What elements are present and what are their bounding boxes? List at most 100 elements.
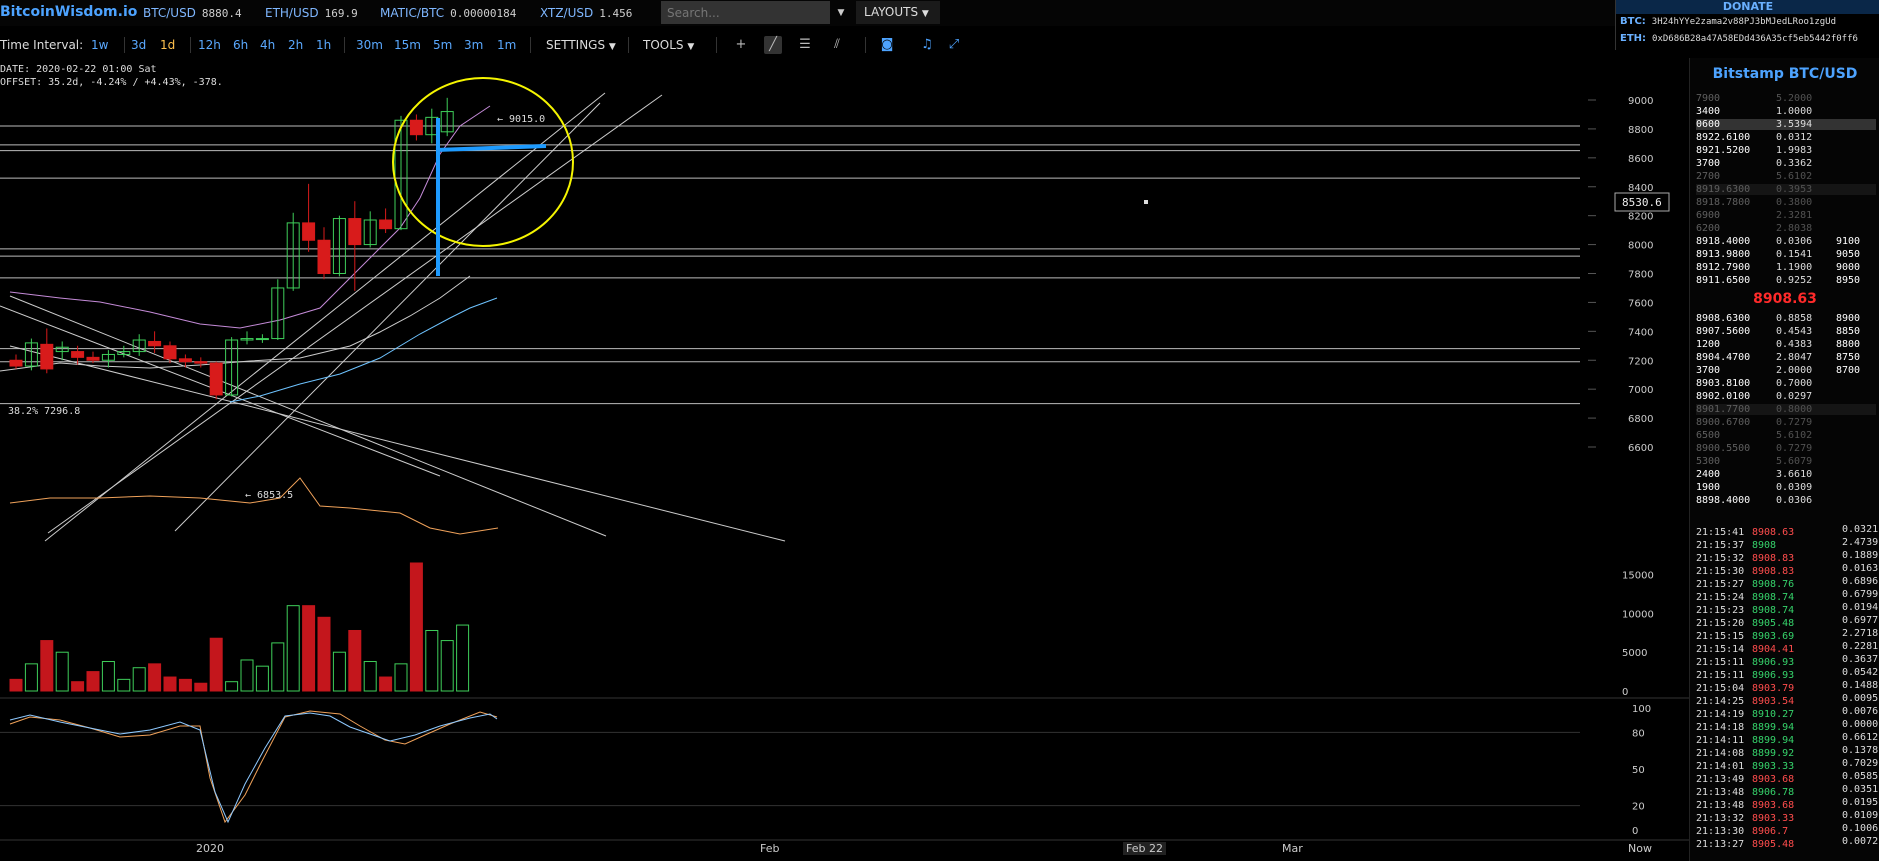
orderbook-row: 3700 0.3362: [1696, 158, 1876, 169]
interval-2h[interactable]: 2h: [288, 38, 303, 52]
horizontal-lines-icon[interactable]: ☰: [796, 36, 814, 54]
toolbar-divider: [716, 37, 717, 53]
orderbook-row: 8922.6100 0.0312: [1696, 132, 1876, 143]
trade-row: 21:15:24 8908.74 0.6799: [1696, 589, 1879, 603]
fib-tool-icon[interactable]: ⫽: [828, 36, 846, 54]
orderbook-amount: 0.9252: [1776, 275, 1813, 286]
candle-body: [9, 359, 23, 367]
interval-1w[interactable]: 1w: [91, 38, 108, 52]
y-tick-label: 8400: [1628, 183, 1653, 194]
trade-row: 21:15:04 8903.79 0.1488: [1696, 680, 1879, 694]
trend-line: [47, 94, 663, 534]
ticker-btc-usd[interactable]: BTC/USD 8880.4: [143, 6, 242, 20]
trade-price: 8905.48: [1752, 839, 1795, 850]
toolbar-divider: [344, 37, 345, 53]
candle-body: [71, 351, 85, 358]
interval-1h[interactable]: 1h: [316, 38, 331, 52]
candle-body: [178, 358, 192, 363]
interval-5m[interactable]: 5m: [433, 38, 452, 52]
crosshair-icon[interactable]: +: [732, 36, 750, 54]
search-dropdown-icon[interactable]: ▼: [832, 2, 850, 24]
volume-bar: [209, 637, 223, 692]
trade-quantity: 2.2718: [1842, 628, 1879, 639]
tools-menu[interactable]: TOOLS ▼: [643, 38, 694, 52]
orderbook-amount: 0.3953: [1776, 184, 1813, 195]
trade-quantity: 0.6799: [1842, 589, 1879, 600]
candle-body: [194, 361, 208, 364]
orderbook-title[interactable]: Bitstamp BTC/USD: [1690, 66, 1879, 82]
ticker-matic-btc[interactable]: MATIC/BTC 0.00000184: [380, 6, 516, 20]
interval-15m[interactable]: 15m: [394, 38, 421, 52]
site-logo[interactable]: BitcoinWisdom.io: [0, 4, 137, 20]
interval-1d[interactable]: 1d: [160, 38, 175, 52]
bell-icon[interactable]: ♫: [918, 36, 936, 54]
osc-tick-label: 100: [1632, 704, 1651, 715]
volume-bar: [163, 676, 177, 692]
fullscreen-icon[interactable]: ⤢: [945, 36, 963, 54]
orderbook-row: 8902.0100 0.0297: [1696, 391, 1876, 402]
orderbook-amount: 0.0306: [1776, 495, 1813, 506]
volume-bar: [71, 681, 85, 692]
orderbook-depth: 8750: [1836, 352, 1861, 363]
volume-tick-label: 10000: [1622, 609, 1654, 620]
xaxis-label: Mar: [1282, 842, 1303, 855]
xaxis-label: Feb 22: [1123, 842, 1166, 855]
volume-bar: [394, 663, 408, 692]
interval-1m[interactable]: 1m: [497, 38, 516, 52]
search-input[interactable]: [661, 1, 830, 24]
orderbook-row: 8918.7800 0.3800: [1696, 197, 1876, 208]
orderbook-row: 3400 1.0000: [1696, 106, 1876, 117]
trendline-icon[interactable]: ╱: [764, 36, 782, 54]
toolbar-divider: [865, 37, 866, 53]
orderbook-price: 8901.7700: [1696, 404, 1751, 415]
orderbook-row: 7900 5.2000: [1696, 93, 1876, 104]
orderbook-price: 8918.4000: [1696, 236, 1751, 247]
orderbook-row: 6200 2.8038: [1696, 223, 1876, 234]
orderbook-price: 0600: [1696, 119, 1721, 130]
y-tick-label: 8000: [1628, 241, 1653, 252]
price-chart[interactable]: 15000 10000 5000 0 100 80 50 20 0 9000 8800 8600 8…: [0, 58, 1689, 861]
volume-tick-label: 0: [1622, 687, 1628, 698]
trade-quantity: 0.7029: [1842, 758, 1879, 769]
orderbook-price: 6900: [1696, 210, 1721, 221]
ma-line: [229, 297, 498, 403]
trade-row: 21:13:27 8905.48 0.0072: [1696, 836, 1879, 850]
oscillator: 100 80 50 20 0: [0, 704, 1689, 841]
orderbook-price: 8918.7800: [1696, 197, 1751, 208]
orderbook-amount: 5.6102: [1776, 430, 1813, 441]
donate-title[interactable]: DONATE: [1616, 0, 1879, 14]
y-tick-label: 7600: [1628, 298, 1653, 309]
interval-3d[interactable]: 3d: [131, 38, 146, 52]
volume-tick-label: 15000: [1622, 571, 1654, 582]
interval-3m[interactable]: 3m: [464, 38, 483, 52]
orderbook-row: 2400 3.6610: [1696, 469, 1876, 480]
ticker-xtz-usd[interactable]: XTZ/USD 1.456: [540, 6, 632, 20]
trade-quantity: 0.6896: [1842, 576, 1879, 587]
orderbook-amount: 1.1900: [1776, 262, 1813, 273]
ma-line: [9, 105, 491, 329]
settings-menu[interactable]: SETTINGS ▼: [546, 38, 616, 52]
trade-row: 21:15:37 8908 2.4739: [1696, 537, 1879, 551]
trade-quantity: 0.6977: [1842, 615, 1879, 626]
candle-body: [348, 218, 362, 246]
interval-30m[interactable]: 30m: [356, 38, 383, 52]
y-tick-label: 7200: [1628, 356, 1653, 367]
volume-bar: [302, 605, 316, 692]
interval-4h[interactable]: 4h: [260, 38, 275, 52]
camera-icon[interactable]: ◙: [878, 36, 896, 54]
trade-quantity: 0.0072: [1842, 836, 1879, 847]
orderbook-depth: 9050: [1836, 249, 1861, 260]
orderbook-row: 8904.4700 2.8047 8750: [1696, 352, 1876, 363]
interval-6h[interactable]: 6h: [233, 38, 248, 52]
osc-tick-label: 0: [1632, 826, 1638, 837]
orderbook-price: 8900.6700: [1696, 417, 1751, 428]
candle-body: [409, 119, 423, 136]
orderbook-amount: 0.7279: [1776, 443, 1813, 454]
orderbook-row: 8921.5200 1.9983: [1696, 145, 1876, 156]
trade-time: 21:13:27: [1696, 839, 1745, 850]
layouts-menu[interactable]: LAYOUTS ▼: [856, 1, 940, 24]
trade-row: 21:14:19 8910.27 0.0076: [1696, 706, 1879, 720]
ticker-eth-usd[interactable]: ETH/USD 169.9: [265, 6, 358, 20]
interval-12h[interactable]: 12h: [198, 38, 221, 52]
trade-row: 21:15:41 8908.63 0.0321: [1696, 524, 1879, 538]
